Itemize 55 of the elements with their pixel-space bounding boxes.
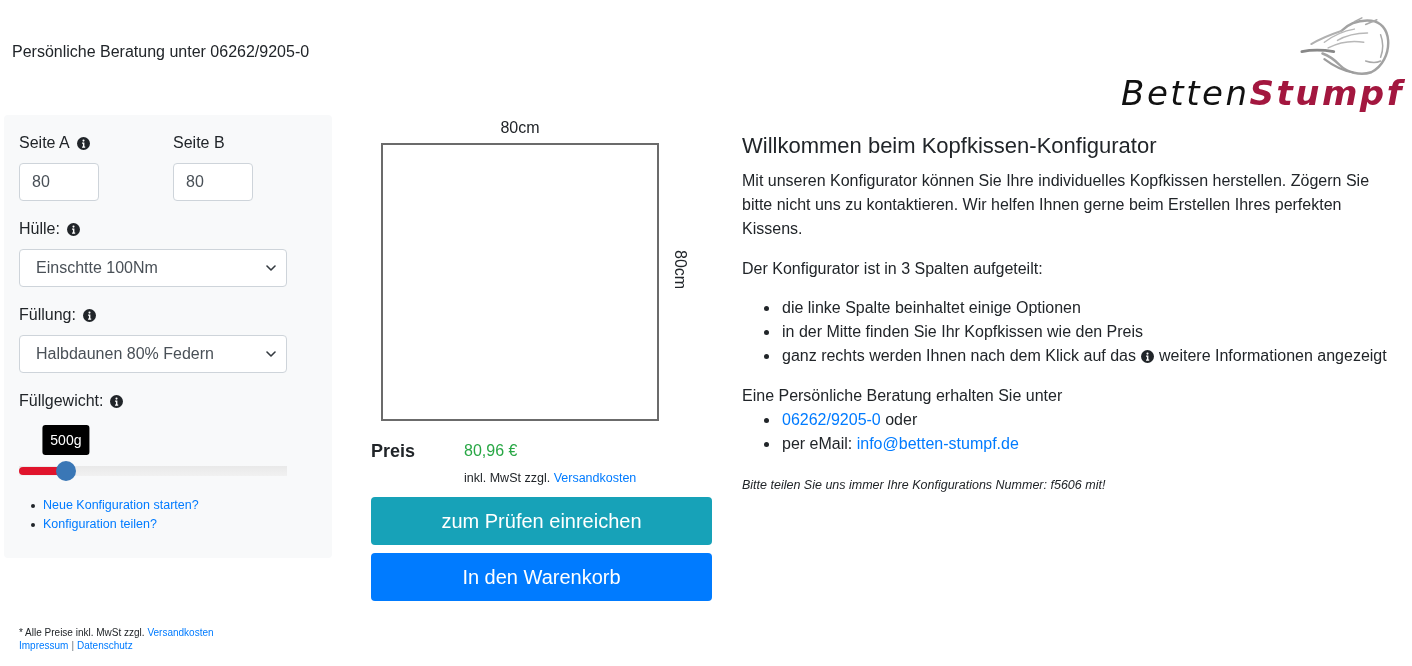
slider-thumb[interactable] bbox=[55, 461, 76, 481]
chevron-down-icon bbox=[266, 265, 276, 271]
config-link[interactable]: Konfiguration teilen? bbox=[43, 515, 157, 534]
footer-link[interactable]: Datenschutz bbox=[77, 639, 133, 652]
price-value: 80,96 € bbox=[464, 441, 518, 461]
info-icon[interactable] bbox=[1141, 349, 1154, 363]
info-icon[interactable] bbox=[76, 136, 90, 150]
welcome-heading: Willkommen beim Kopfkissen-Konfigurator bbox=[742, 133, 1158, 159]
input-field[interactable]: 80 bbox=[173, 163, 253, 201]
logo-wordmark[interactable]: BettenStumpf bbox=[1121, 76, 1404, 110]
info-icon[interactable] bbox=[110, 394, 124, 408]
columns-heading: Der Konfigurator ist in 3 Spalten aufgeteilt: bbox=[742, 259, 1044, 279]
list-item-text: weitere Informationen angezeigt bbox=[1159, 346, 1387, 366]
contact-link[interactable]: 06262/9205-0 bbox=[782, 411, 881, 428]
info-icon[interactable] bbox=[82, 308, 96, 322]
contact-text: per eMail: info@betten-stumpf.de bbox=[782, 434, 1019, 454]
field-label: Füllgewicht: bbox=[19, 391, 104, 411]
contact-link[interactable]: info@betten-stumpf.de bbox=[856, 435, 1019, 452]
config-link[interactable]: Neue Konfiguration starten? bbox=[43, 496, 199, 515]
field-label: Seite A bbox=[19, 133, 70, 153]
dropdown-select[interactable]: Einschtte 100Nm bbox=[19, 249, 287, 287]
info-icon[interactable] bbox=[66, 222, 80, 236]
input-field[interactable]: 80 bbox=[19, 163, 99, 201]
intro-paragraph: Mit unseren Konfigurator können Sie Ihre individuelles Kopfkissen herstellen. Zögern Sie bitte nicht uns zu kontaktieren. Wir helfen Ihnen gerne beim Erstellen Ihres perfekten Kissens. bbox=[742, 171, 1371, 239]
value-tooltip: 500g bbox=[42, 425, 90, 455]
chevron-down-icon bbox=[266, 351, 276, 357]
list-item-text: ganz rechts werden Ihnen nach dem Klick auf das bbox=[782, 346, 1136, 366]
bullet-icon bbox=[764, 329, 769, 335]
list-item-text: in der Mitte finden Sie Ihr Kopfkissen wie den Preis bbox=[782, 322, 1144, 342]
bullet-icon bbox=[31, 503, 35, 508]
bullet-icon bbox=[764, 417, 769, 423]
dimension-label: 80cm bbox=[671, 250, 690, 290]
shipping-link[interactable]: Versandkosten bbox=[553, 471, 637, 485]
footer-link[interactable]: Impressum bbox=[19, 639, 69, 652]
bullet-icon bbox=[764, 353, 769, 359]
contact-text: 06262/9205-0 oder bbox=[782, 410, 918, 430]
contact-heading: Eine Persönliche Beratung erhalten Sie unter bbox=[742, 386, 1064, 406]
consultation-text: Persönliche Beratung unter 06262/9205-0 bbox=[12, 42, 310, 62]
list-item-text: die linke Spalte beinhaltet einige Optionen bbox=[782, 298, 1081, 318]
bullet-icon bbox=[31, 522, 35, 527]
dropdown-select[interactable]: Halbdaunen 80% Federn bbox=[19, 335, 287, 373]
action-button[interactable]: In den Warenkorb bbox=[371, 553, 712, 601]
link-separator: | bbox=[71, 639, 75, 652]
footer-note: * Alle Preise inkl. MwSt zzgl. Versandkosten bbox=[19, 626, 214, 639]
field-label: Füllung: bbox=[19, 305, 76, 325]
field-label: Seite B bbox=[173, 133, 225, 153]
price-note: inkl. MwSt zzgl. Versandkosten bbox=[464, 470, 637, 487]
price-label: Preis bbox=[371, 440, 417, 463]
config-number-note: Bitte teilen Sie uns immer Ihre Konfigurations Nummer: f5606 mit! bbox=[742, 477, 1107, 494]
dimension-label: 80cm bbox=[500, 118, 540, 138]
action-button[interactable]: zum Prüfen einreichen bbox=[371, 497, 712, 545]
bullet-icon bbox=[764, 441, 769, 447]
shipping-link[interactable]: Versandkosten bbox=[147, 627, 214, 638]
bullet-icon bbox=[764, 305, 769, 311]
field-label: Hülle: bbox=[19, 219, 60, 239]
